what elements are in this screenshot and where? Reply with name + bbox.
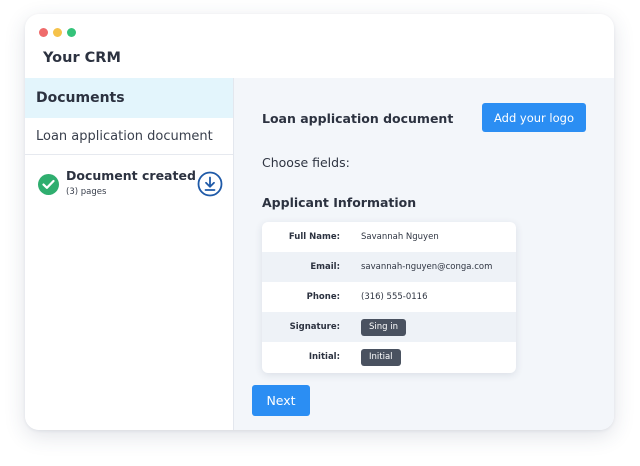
section-title: Applicant Information bbox=[262, 195, 417, 210]
sidebar-heading: Documents bbox=[25, 78, 233, 118]
window-controls bbox=[39, 28, 76, 37]
initial-button[interactable]: Initial bbox=[361, 348, 401, 366]
add-logo-button[interactable]: Add your logo bbox=[482, 103, 586, 132]
check-icon bbox=[38, 174, 59, 195]
sidebar-item-loan-application[interactable]: Loan application document bbox=[25, 118, 233, 155]
field-value: (316) 555-0116 bbox=[361, 292, 428, 302]
field-row-full-name[interactable]: Full Name: Savannah Nguyen bbox=[262, 222, 516, 252]
next-button[interactable]: Next bbox=[252, 385, 310, 416]
field-label: Signature: bbox=[289, 322, 340, 332]
field-label: Phone: bbox=[306, 292, 340, 302]
download-icon[interactable] bbox=[197, 171, 223, 197]
document-title: Loan application document bbox=[262, 111, 454, 126]
signature-button[interactable]: Sing in bbox=[361, 318, 406, 336]
field-label: Initial: bbox=[308, 352, 340, 362]
minimize-window-button[interactable] bbox=[53, 28, 62, 37]
field-row-phone[interactable]: Phone: (316) 555-0116 bbox=[262, 282, 516, 312]
document-page-count: (3) pages bbox=[66, 187, 107, 197]
field-row-signature: Signature: Sing in bbox=[262, 312, 516, 342]
document-status-title: Document created bbox=[66, 168, 196, 183]
choose-fields-label: Choose fields: bbox=[262, 155, 350, 170]
maximize-window-button[interactable] bbox=[67, 28, 76, 37]
main-panel: Loan application document Add your logo … bbox=[234, 78, 614, 430]
field-value: Savannah Nguyen bbox=[361, 232, 439, 242]
field-row-email[interactable]: Email: savannah-nguyen@conga.com bbox=[262, 252, 516, 282]
field-row-initial: Initial: Initial bbox=[262, 342, 516, 372]
applicant-fields-card: Full Name: Savannah Nguyen Email: savann… bbox=[262, 222, 516, 373]
close-window-button[interactable] bbox=[39, 28, 48, 37]
field-label: Full Name: bbox=[288, 232, 340, 242]
field-label: Email: bbox=[310, 262, 340, 272]
app-title: Your CRM bbox=[43, 50, 121, 66]
sidebar: Documents Loan application document Docu… bbox=[25, 78, 234, 430]
field-value: savannah-nguyen@conga.com bbox=[361, 262, 493, 272]
app-window: Your CRM Documents Loan application docu… bbox=[25, 14, 614, 430]
